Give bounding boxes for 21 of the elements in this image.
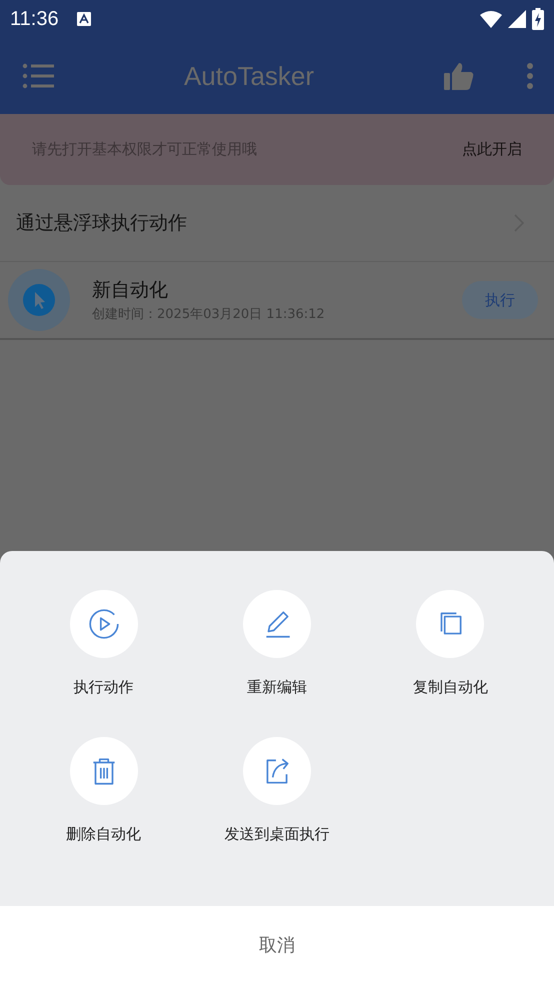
menu-icon[interactable]	[22, 63, 54, 89]
action-label: 执行动作	[74, 678, 134, 697]
battery-icon	[532, 8, 544, 30]
enable-link[interactable]: 点此开启	[462, 140, 522, 159]
cancel-button[interactable]: 取消	[0, 906, 554, 984]
status-time: 11:36	[10, 8, 59, 30]
play-icon	[86, 607, 121, 641]
run-button[interactable]: 执行	[462, 281, 538, 319]
signal-icon	[508, 10, 526, 28]
action-label: 删除自动化	[66, 825, 142, 844]
action-label: 重新编辑	[246, 678, 307, 697]
more-icon[interactable]	[526, 63, 534, 89]
floating-ball-label[interactable]: 通过悬浮球执行动作	[16, 210, 514, 236]
cursor-icon	[23, 284, 55, 316]
wifi-icon	[480, 10, 502, 28]
thumbs-up-icon[interactable]	[444, 61, 474, 91]
automation-name: 新自动化	[92, 278, 169, 303]
app-title: AutoTasker	[182, 60, 316, 92]
action-label: 复制自动化	[412, 678, 488, 697]
notification-icon	[76, 12, 91, 26]
action-label: 发送到桌面执行	[224, 825, 330, 844]
